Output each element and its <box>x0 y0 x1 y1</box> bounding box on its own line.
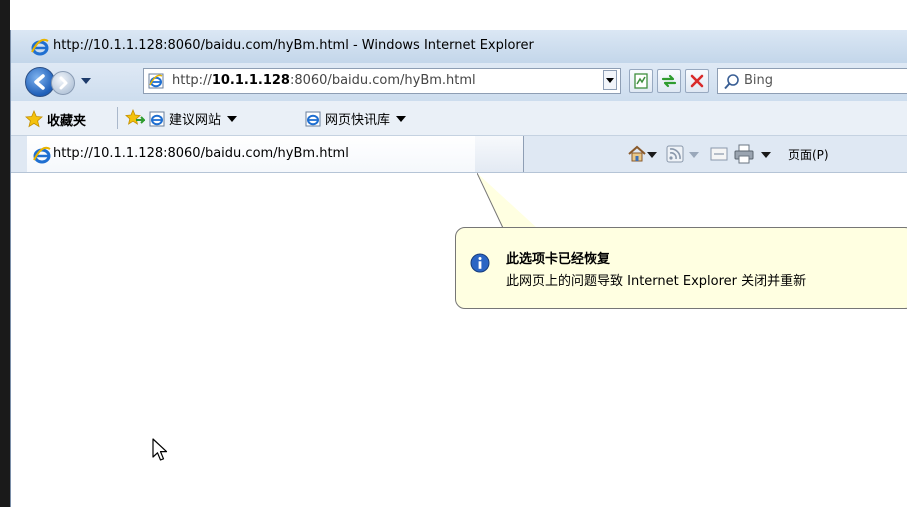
tab-row: http://10.1.1.128:8060/baidu.com/hyBm.ht… <box>11 136 907 173</box>
desktop-strip <box>10 0 907 30</box>
add-to-favorites-bar-icon[interactable] <box>125 108 147 131</box>
print-dropdown-icon[interactable] <box>761 152 771 158</box>
ie-page-icon <box>149 111 165 131</box>
ie-page-icon <box>305 111 321 131</box>
suggested-sites-label: 建议网站 <box>169 113 222 128</box>
address-text: http://10.1.1.128:8060/baidu.com/hyBm.ht… <box>172 73 476 88</box>
print-icon[interactable] <box>733 144 755 168</box>
favorites-button[interactable]: 收藏夹 <box>47 110 86 129</box>
screen: http://10.1.1.128:8060/baidu.com/hyBm.ht… <box>0 0 907 507</box>
address-bar[interactable]: http://10.1.1.128:8060/baidu.com/hyBm.ht… <box>143 68 621 94</box>
page-ie-icon <box>148 73 164 93</box>
stop-button[interactable] <box>685 69 709 93</box>
tab-title: http://10.1.1.128:8060/baidu.com/hyBm.ht… <box>53 146 349 161</box>
notification-message: 此网页上的问题导致 Internet Explorer 关闭并重新 <box>506 274 807 289</box>
favorites-divider <box>117 107 118 129</box>
favorites-star-icon[interactable] <box>25 109 43 132</box>
title-bar: http://10.1.1.128:8060/baidu.com/hyBm.ht… <box>11 30 907 64</box>
forward-button[interactable] <box>51 71 75 95</box>
recent-pages-dropdown[interactable] <box>81 78 91 84</box>
new-tab-button[interactable] <box>475 136 524 172</box>
favorites-bar: 收藏夹 建议网站 网页快讯库 <box>11 101 907 136</box>
compatibility-icon <box>634 73 648 89</box>
address-dropdown-button[interactable] <box>603 70 617 90</box>
page-content-area: 此选项卡已经恢复 此网页上的问题导致 Internet Explorer 关闭并… <box>11 173 907 507</box>
read-mail-icon[interactable] <box>710 146 728 166</box>
background-edge <box>0 0 10 507</box>
ie-logo-icon <box>33 146 51 168</box>
search-provider-placeholder: Bing <box>744 73 774 88</box>
refresh-icon <box>661 74 677 88</box>
browser-window: http://10.1.1.128:8060/baidu.com/hyBm.ht… <box>10 30 907 507</box>
home-icon[interactable] <box>627 144 647 168</box>
ie-logo-icon <box>31 38 49 60</box>
forward-arrow-icon <box>59 76 68 90</box>
search-box[interactable]: Bing <box>717 68 907 94</box>
notification-title: 此选项卡已经恢复 <box>506 252 611 267</box>
window-title: http://10.1.1.128:8060/baidu.com/hyBm.ht… <box>53 38 534 53</box>
refresh-button[interactable] <box>657 69 681 93</box>
compatibility-view-button[interactable] <box>629 69 653 93</box>
suggested-sites-link[interactable]: 建议网站 <box>149 109 238 131</box>
notification-pointer <box>477 173 537 229</box>
chevron-down-icon <box>396 116 407 122</box>
web-slice-gallery-link[interactable]: 网页快讯库 <box>305 109 407 131</box>
navigation-bar: http://10.1.1.128:8060/baidu.com/hyBm.ht… <box>11 63 907 101</box>
tab-current-page[interactable]: http://10.1.1.128:8060/baidu.com/hyBm.ht… <box>27 136 476 172</box>
feeds-icon[interactable] <box>666 145 684 167</box>
web-slice-gallery-label: 网页快讯库 <box>325 113 391 128</box>
chevron-down-icon <box>227 116 238 122</box>
search-icon[interactable] <box>723 73 741 95</box>
page-menu-button[interactable]: 页面(P) <box>788 146 829 163</box>
tab-recovered-notification[interactable]: 此选项卡已经恢复 此网页上的问题导致 Internet Explorer 关闭并… <box>455 227 907 309</box>
mouse-cursor-icon <box>152 438 168 461</box>
stop-icon <box>690 74 704 88</box>
feeds-dropdown-icon[interactable] <box>689 152 699 158</box>
home-dropdown-icon[interactable] <box>647 152 657 158</box>
info-icon <box>470 253 490 277</box>
back-arrow-icon <box>34 74 45 90</box>
